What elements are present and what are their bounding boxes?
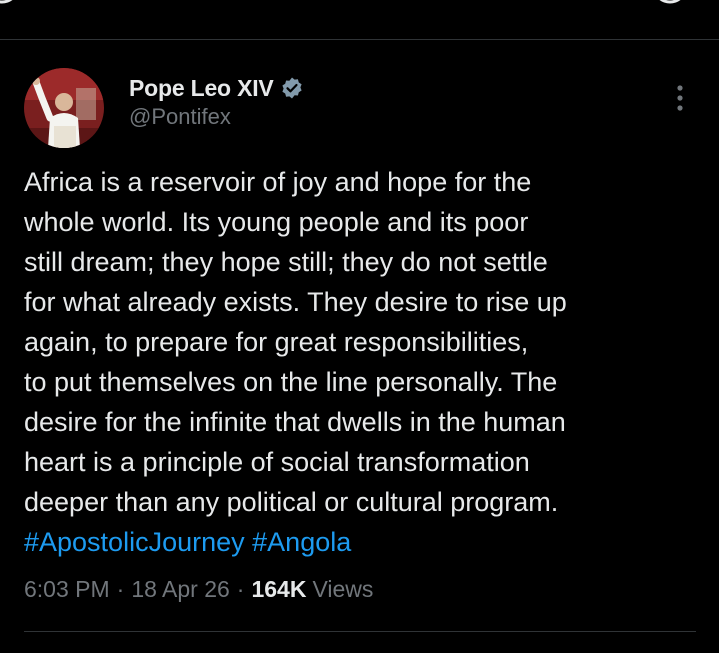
- author-info[interactable]: Pope Leo XIV @Pontifex: [129, 74, 304, 130]
- tweet-time[interactable]: 6:03 PM: [24, 576, 110, 603]
- partial-icon-right: [659, 0, 681, 4]
- meta-separator: ·: [116, 576, 125, 602]
- hashtag-link[interactable]: #ApostolicJourney: [24, 527, 245, 557]
- divider: [24, 631, 696, 632]
- more-vertical-icon[interactable]: [666, 83, 694, 115]
- author-name-row: Pope Leo XIV: [129, 74, 304, 102]
- author-display-name[interactable]: Pope Leo XIV: [129, 75, 274, 102]
- tweet-meta: 6:03 PM · 18 Apr 26 · 164K Views: [24, 576, 373, 603]
- partial-icon-left: [0, 0, 13, 4]
- views-label[interactable]: Views: [312, 576, 373, 603]
- hashtag-link[interactable]: #Angola: [252, 527, 351, 557]
- tweet-text: Africa is a reservoir of joy and hope fo…: [24, 167, 567, 517]
- tweet-date[interactable]: 18 Apr 26: [131, 576, 229, 603]
- previous-tweet-edge: [0, 0, 719, 40]
- views-count[interactable]: 164K: [251, 576, 306, 603]
- avatar-photo-icon: [24, 68, 104, 148]
- meta-separator: ·: [236, 576, 245, 602]
- avatar[interactable]: [24, 68, 104, 148]
- tweet[interactable]: Pope Leo XIV @Pontifex Africa is a reser…: [0, 41, 719, 653]
- author-handle[interactable]: @Pontifex: [129, 104, 304, 130]
- hashtag-row: #ApostolicJourney #Angola: [24, 522, 351, 562]
- verified-badge-icon[interactable]: [280, 76, 304, 100]
